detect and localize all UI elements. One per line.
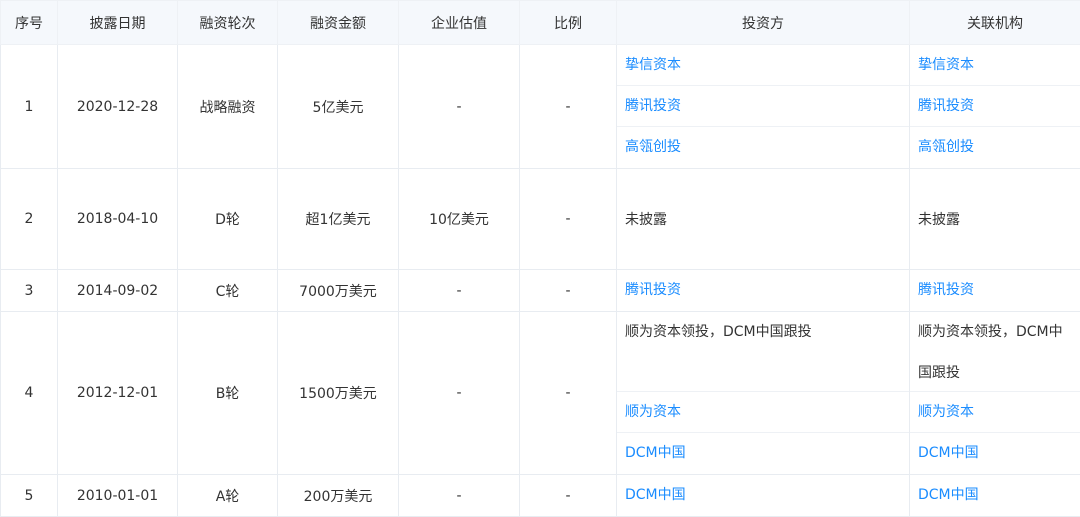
related-link[interactable]: 高瓴创投	[910, 127, 1080, 168]
cell-valuation: -	[399, 475, 520, 517]
cell-index: 3	[1, 270, 58, 312]
cell-date: 2014-09-02	[58, 270, 178, 312]
cell-ratio: -	[520, 475, 617, 517]
cell-date: 2010-01-01	[58, 475, 178, 517]
cell-amount: 200万美元	[278, 475, 399, 517]
related-link[interactable]: 挚信资本	[910, 45, 1080, 86]
related-link[interactable]: DCM中国	[910, 475, 1080, 516]
cell-investors: 挚信资本 腾讯投资 高瓴创投	[617, 45, 910, 169]
investor-link[interactable]: 顺为资本	[617, 392, 909, 433]
header-index: 序号	[1, 1, 58, 45]
cell-amount: 1500万美元	[278, 312, 399, 475]
cell-amount: 5亿美元	[278, 45, 399, 169]
cell-related: 腾讯投资	[910, 270, 1080, 312]
table-row: 3 2014-09-02 C轮 7000万美元 - - 腾讯投资 腾讯投资	[1, 270, 1080, 312]
header-investors: 投资方	[617, 1, 910, 45]
cell-round: 战略融资	[178, 45, 278, 169]
investor-link[interactable]: 腾讯投资	[617, 270, 909, 311]
financing-table: 序号 披露日期 融资轮次 融资金额 企业估值 比例 投资方 关联机构 1 202…	[0, 0, 1080, 517]
header-related: 关联机构	[910, 1, 1080, 45]
related-link[interactable]: 腾讯投资	[910, 270, 1080, 311]
cell-date: 2012-12-01	[58, 312, 178, 475]
related-link[interactable]: 腾讯投资	[910, 86, 1080, 127]
investor-link[interactable]: 挚信资本	[617, 45, 909, 86]
cell-ratio: -	[520, 270, 617, 312]
investor-link[interactable]: 腾讯投资	[617, 86, 909, 127]
cell-ratio: -	[520, 169, 617, 270]
cell-round: C轮	[178, 270, 278, 312]
cell-index: 4	[1, 312, 58, 475]
investor-note: 顺为资本领投，DCM中国跟投	[617, 312, 909, 392]
cell-valuation: -	[399, 45, 520, 169]
header-ratio: 比例	[520, 1, 617, 45]
cell-related: 挚信资本 腾讯投资 高瓴创投	[910, 45, 1080, 169]
header-date: 披露日期	[58, 1, 178, 45]
cell-investors: 腾讯投资	[617, 270, 910, 312]
table-row: 5 2010-01-01 A轮 200万美元 - - DCM中国 DCM中国	[1, 475, 1080, 517]
table-row: 2 2018-04-10 D轮 超1亿美元 10亿美元 - 未披露 未披露	[1, 169, 1080, 270]
cell-investors-text: 未披露	[617, 169, 910, 270]
table-row: 1 2020-12-28 战略融资 5亿美元 - - 挚信资本 腾讯投资 高瓴创…	[1, 45, 1080, 169]
related-note: 顺为资本领投，DCM中国跟投	[910, 312, 1080, 392]
cell-index: 1	[1, 45, 58, 169]
header-round: 融资轮次	[178, 1, 278, 45]
cell-related: DCM中国	[910, 475, 1080, 517]
investor-link[interactable]: DCM中国	[617, 475, 909, 516]
related-link[interactable]: DCM中国	[910, 433, 1080, 474]
investor-link[interactable]: 高瓴创投	[617, 127, 909, 168]
cell-investors: DCM中国	[617, 475, 910, 517]
cell-index: 2	[1, 169, 58, 270]
related-link[interactable]: 顺为资本	[910, 392, 1080, 433]
cell-ratio: -	[520, 312, 617, 475]
table-header-row: 序号 披露日期 融资轮次 融资金额 企业估值 比例 投资方 关联机构	[1, 1, 1080, 45]
table-row: 4 2012-12-01 B轮 1500万美元 - - 顺为资本领投，DCM中国…	[1, 312, 1080, 475]
cell-date: 2020-12-28	[58, 45, 178, 169]
cell-amount: 7000万美元	[278, 270, 399, 312]
cell-round: B轮	[178, 312, 278, 475]
cell-valuation: -	[399, 312, 520, 475]
cell-investors: 顺为资本领投，DCM中国跟投 顺为资本 DCM中国	[617, 312, 910, 475]
header-valuation: 企业估值	[399, 1, 520, 45]
cell-valuation: -	[399, 270, 520, 312]
cell-round: D轮	[178, 169, 278, 270]
cell-index: 5	[1, 475, 58, 517]
cell-amount: 超1亿美元	[278, 169, 399, 270]
cell-related: 顺为资本领投，DCM中国跟投 顺为资本 DCM中国	[910, 312, 1080, 475]
investor-link[interactable]: DCM中国	[617, 433, 909, 474]
header-amount: 融资金额	[278, 1, 399, 45]
cell-ratio: -	[520, 45, 617, 169]
cell-date: 2018-04-10	[58, 169, 178, 270]
cell-valuation: 10亿美元	[399, 169, 520, 270]
cell-related-text: 未披露	[910, 169, 1080, 270]
cell-round: A轮	[178, 475, 278, 517]
